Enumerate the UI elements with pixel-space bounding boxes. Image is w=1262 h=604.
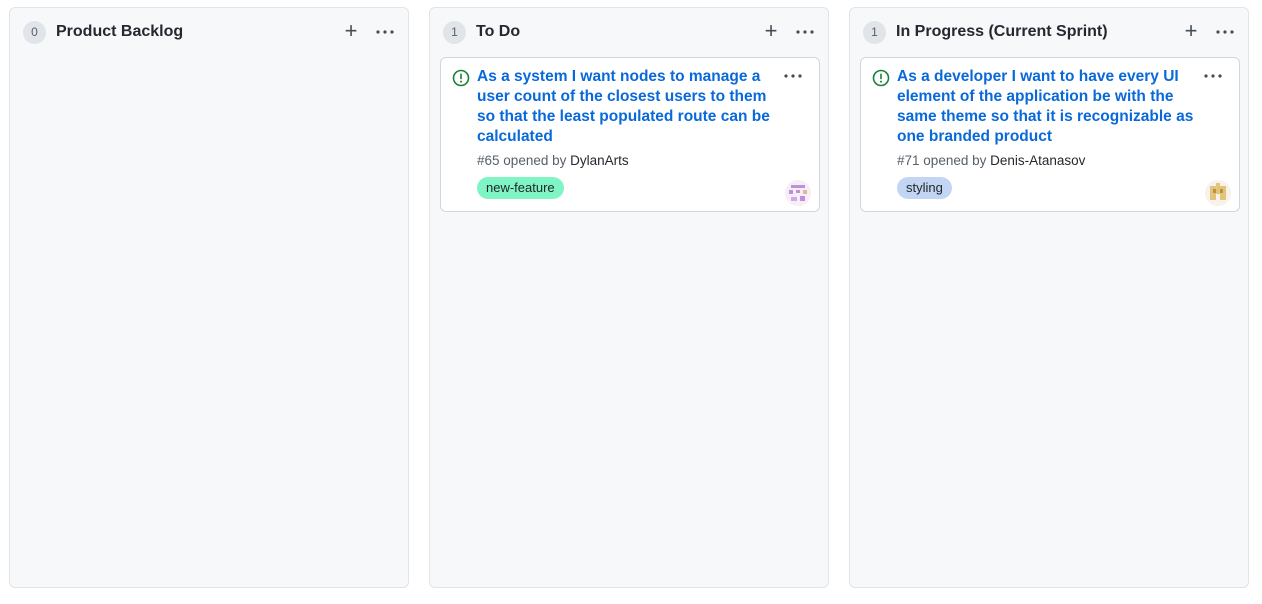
column-header: 0 Product Backlog +: [10, 8, 408, 58]
opened-by-text: opened by: [923, 153, 987, 168]
issue-title-link[interactable]: As a developer I want to have every UI e…: [897, 67, 1197, 147]
issue-card[interactable]: As a system I want nodes to manage a use…: [440, 57, 820, 212]
issue-meta: #65 opened by DylanArts: [477, 153, 629, 168]
column-in-progress: 1 In Progress (Current Sprint) + As a de…: [849, 7, 1249, 588]
column-product-backlog: 0 Product Backlog +: [9, 7, 409, 588]
kebab-horizontal-icon[interactable]: [374, 20, 396, 42]
kebab-horizontal-icon[interactable]: [782, 66, 804, 86]
kebab-horizontal-icon[interactable]: [1202, 66, 1224, 86]
project-board: 0 Product Backlog + 1 To Do + As a syste…: [0, 0, 1262, 604]
author-link[interactable]: Denis-Atanasov: [990, 153, 1085, 168]
kebab-horizontal-icon[interactable]: [1214, 20, 1236, 42]
opened-by-text: opened by: [503, 153, 567, 168]
issue-opened-icon: [872, 69, 890, 87]
column-title: To Do: [476, 23, 521, 40]
issue-card[interactable]: As a developer I want to have every UI e…: [860, 57, 1240, 212]
plus-icon[interactable]: +: [762, 20, 780, 42]
issue-title-link[interactable]: As a system I want nodes to manage a use…: [477, 67, 777, 147]
label-badge[interactable]: new-feature: [477, 177, 564, 199]
column-to-do: 1 To Do + As a system I want nodes to ma…: [429, 7, 829, 588]
issue-number: #71: [897, 153, 920, 168]
label-badge[interactable]: styling: [897, 177, 952, 199]
avatar[interactable]: [785, 180, 811, 206]
avatar[interactable]: [1205, 180, 1231, 206]
column-title: Product Backlog: [56, 23, 184, 40]
issue-meta: #71 opened by Denis-Atanasov: [897, 153, 1085, 168]
plus-icon[interactable]: +: [342, 20, 360, 42]
author-link[interactable]: DylanArts: [570, 153, 629, 168]
column-count-badge: 0: [23, 21, 46, 44]
kebab-horizontal-icon[interactable]: [794, 20, 816, 42]
column-count-badge: 1: [863, 21, 886, 44]
column-count-badge: 1: [443, 21, 466, 44]
column-header: 1 In Progress (Current Sprint) +: [850, 8, 1248, 58]
issue-number: #65: [477, 153, 500, 168]
column-header: 1 To Do +: [430, 8, 828, 58]
column-title: In Progress (Current Sprint): [896, 23, 1108, 40]
issue-opened-icon: [452, 69, 470, 87]
plus-icon[interactable]: +: [1182, 20, 1200, 42]
